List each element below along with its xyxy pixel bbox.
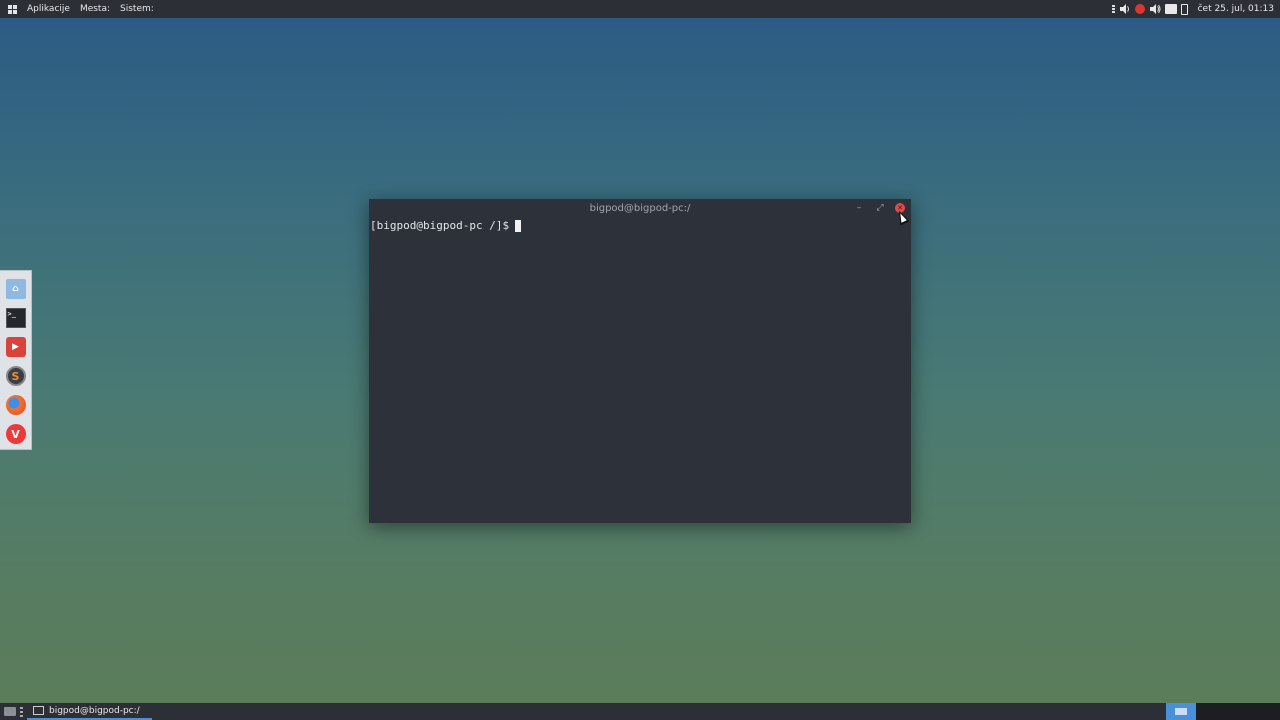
menu-applications[interactable]: Aplikacije — [22, 0, 75, 18]
terminal-icon[interactable]: >_ — [5, 308, 26, 328]
minimize-button[interactable]: – — [853, 202, 865, 214]
taskbar-item-label: bigpod@bigpod-pc:/ — [49, 705, 140, 716]
maximize-button[interactable]: ⤢ — [874, 202, 886, 214]
system-tray: čet 25. jul, 01:13 — [1111, 0, 1274, 18]
clock[interactable]: čet 25. jul, 01:13 — [1198, 4, 1274, 14]
s-app-icon[interactable]: S — [5, 366, 26, 386]
network-icon[interactable] — [1164, 4, 1177, 14]
applications-grid-icon[interactable] — [8, 4, 17, 14]
workspace-switcher[interactable] — [1166, 703, 1196, 720]
shell-prompt: [bigpod@bigpod-pc /]$ — [370, 219, 510, 232]
bottom-panel-right — [1196, 703, 1280, 720]
bug-icon[interactable] — [1134, 4, 1145, 14]
terminal-title: bigpod@bigpod-pc:/ — [589, 202, 691, 214]
screen-recorder-icon[interactable]: ▶ — [5, 337, 26, 357]
tray-handle-icon — [1111, 4, 1115, 14]
terminal-output[interactable]: [bigpod@bigpod-pc /]$ — [369, 217, 911, 234]
vivaldi-icon[interactable]: V — [5, 424, 26, 444]
top-panel: Aplikacije Mesta: Sistem: čet 25. jul, 0… — [0, 0, 1280, 18]
menu-system[interactable]: Sistem: — [115, 0, 159, 18]
speaker-icon[interactable] — [1149, 3, 1161, 15]
menu-places[interactable]: Mesta: — [75, 0, 115, 18]
show-desktop-icon[interactable] — [4, 707, 16, 716]
firefox-icon[interactable] — [5, 395, 26, 415]
text-cursor — [515, 219, 522, 232]
workspace-1[interactable] — [1175, 708, 1187, 715]
battery-icon[interactable] — [1180, 3, 1188, 15]
home-folder-icon[interactable]: ⌂ — [5, 279, 26, 299]
dock: ⌂ >_ ▶ S V — [0, 270, 32, 450]
taskbar-item-terminal[interactable]: bigpod@bigpod-pc:/ — [27, 703, 152, 720]
window-icon — [33, 706, 44, 715]
terminal-titlebar[interactable]: bigpod@bigpod-pc:/ – ⤢ ✕ — [369, 199, 911, 217]
bottom-panel: bigpod@bigpod-pc:/ — [0, 703, 1280, 720]
terminal-window[interactable]: bigpod@bigpod-pc:/ – ⤢ ✕ [bigpod@bigpod-… — [369, 199, 911, 523]
volume-icon[interactable] — [1119, 3, 1131, 15]
panel-handle-icon — [20, 706, 23, 717]
